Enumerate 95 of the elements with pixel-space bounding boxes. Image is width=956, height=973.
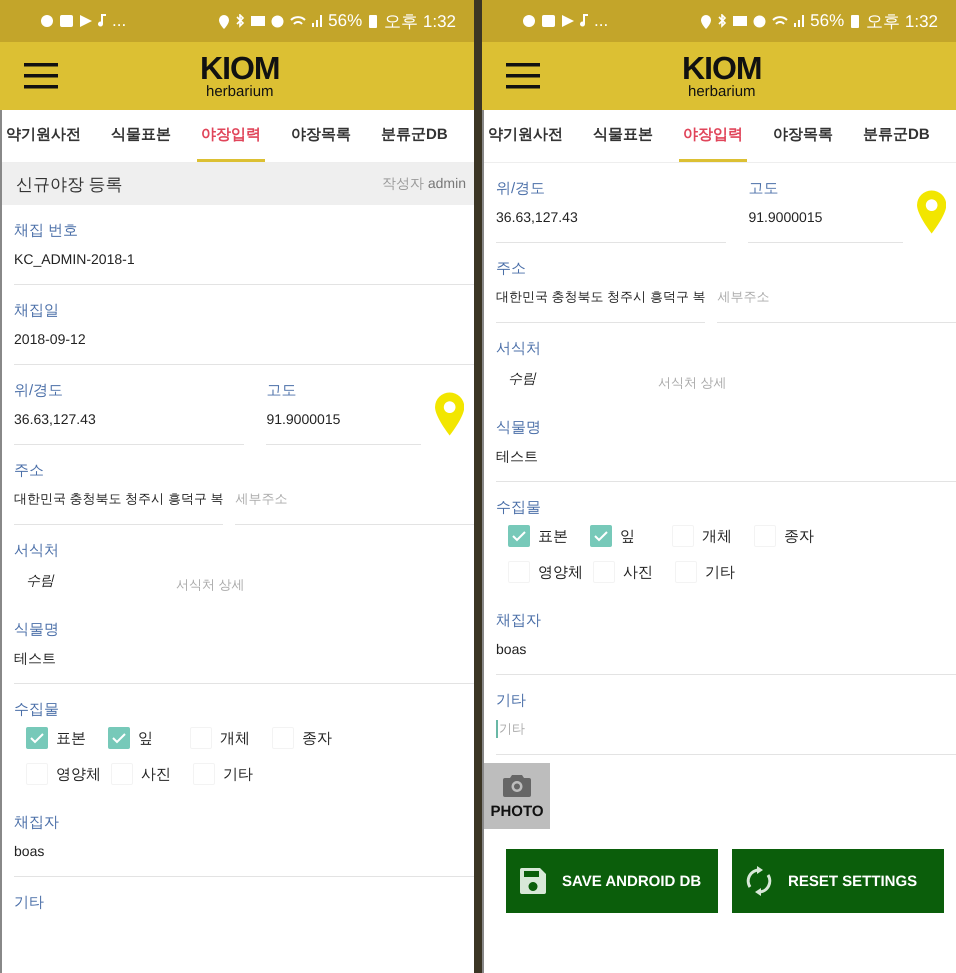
tab[interactable]: 식물표본 (589, 110, 657, 162)
location-icon (218, 14, 230, 28)
field-label: 기타 (14, 893, 45, 913)
map-pin-icon[interactable] (434, 392, 464, 436)
field-label: 수집물 (14, 700, 60, 720)
field-label: 서식처 (14, 541, 60, 561)
tab[interactable]: 야장목록 (287, 110, 355, 162)
field-label: 위/경도 (496, 179, 546, 199)
checkbox[interactable] (590, 525, 612, 547)
play-icon (562, 14, 574, 28)
tab[interactable]: 약기원사전 (2, 110, 85, 162)
author-name: admin (428, 175, 466, 191)
field-label: 고도 (266, 381, 298, 401)
field-label: 주소 (496, 259, 527, 279)
wifi-icon (772, 16, 788, 26)
field-label: 주소 (14, 461, 45, 481)
signal-icon (794, 15, 804, 27)
field-label: 기타 (496, 691, 527, 711)
field-label: 위/경도 (14, 381, 64, 401)
clock: 오후 1:32 (866, 10, 938, 32)
menu-icon[interactable] (24, 63, 58, 89)
play-icon (80, 14, 92, 28)
camera-icon (503, 772, 531, 796)
input-field[interactable]: 91.9000015 (748, 206, 903, 243)
field-label: 식물명 (496, 418, 542, 438)
logo-subtitle: herbarium (206, 84, 274, 99)
field-label: 채집자 (496, 611, 542, 631)
field-label: 채집자 (14, 813, 60, 833)
battery-percent: 56% (810, 11, 844, 31)
input-field[interactable]: 2018-09-12 (14, 328, 474, 365)
checkbox[interactable] (508, 525, 530, 547)
logo-title: KIOM (682, 52, 762, 84)
input-field[interactable]: 36.63,127.43 (496, 206, 726, 243)
reset-button[interactable]: RESET SETTINGS (732, 849, 944, 913)
checkbox-label: 종자 (784, 526, 815, 546)
bluetooth-icon (718, 14, 728, 28)
field-label: 고도 (748, 179, 780, 199)
input-field[interactable]: boas (496, 638, 956, 675)
more-notifications: ... (112, 11, 126, 31)
checkbox-label: 개체 (220, 728, 251, 748)
checkbox-label: 사진 (141, 764, 172, 784)
checkbox-label: 사진 (623, 562, 654, 582)
dropdown[interactable]: 수림 (496, 370, 658, 388)
battery-icon (850, 13, 860, 29)
music-note-icon (580, 14, 588, 28)
field-label: 서식처 (496, 339, 542, 359)
input-field[interactable]: 테스트 (14, 647, 474, 684)
save-button[interactable]: SAVE ANDROID DB (506, 849, 718, 913)
tab[interactable]: 분류군DB (377, 110, 452, 162)
input-field[interactable]: KC_ADMIN-2018-1 (14, 248, 474, 285)
checkbox-label: 개체 (702, 526, 733, 546)
checkbox-label: 영양체 (538, 562, 583, 582)
refresh-icon (746, 866, 772, 896)
checkbox-label: 잎 (620, 526, 636, 546)
checkbox-label: 영양체 (56, 764, 101, 784)
checkbox-label: 표본 (538, 526, 569, 546)
battery-percent: 56% (328, 11, 362, 31)
clock: 오후 1:32 (384, 10, 456, 32)
input-field[interactable]: 대한민국 충청북도 청주시 흥덕구 복 (496, 286, 706, 323)
field-label: 수집물 (496, 498, 542, 518)
checkbox-label: 종자 (302, 728, 333, 748)
menu-icon[interactable] (506, 63, 540, 89)
checkbox[interactable] (108, 727, 130, 749)
checkbox-label: 기타 (223, 764, 254, 784)
checkbox-label: 기타 (705, 562, 736, 582)
location-icon (700, 14, 712, 28)
author-label: 작성자 (382, 175, 424, 191)
more-notifications: ... (594, 11, 608, 31)
tab[interactable]: 야장입력 (679, 110, 747, 162)
form-title: 신규야장 등록 (16, 174, 123, 196)
tab[interactable]: 식물표본 (107, 110, 175, 162)
tab[interactable]: 분류군DB (859, 110, 934, 162)
logo-title: KIOM (200, 52, 280, 84)
field-label: 채집일 (14, 301, 60, 321)
bluetooth-icon (236, 14, 246, 28)
wifi-icon (290, 16, 306, 26)
input-field[interactable]: 36.63,127.43 (14, 408, 244, 445)
checkbox[interactable] (26, 727, 48, 749)
tab[interactable]: 약기원사전 (484, 110, 567, 162)
input-field[interactable]: 91.9000015 (266, 408, 421, 445)
map-pin-icon[interactable] (916, 190, 946, 234)
logo-subtitle: herbarium (688, 84, 756, 99)
checkbox-label: 표본 (56, 728, 87, 748)
dropdown[interactable]: 수림 (14, 572, 176, 590)
photo-button[interactable]: PHOTO (484, 763, 550, 829)
battery-icon (368, 13, 378, 29)
input-field[interactable]: 테스트 (496, 445, 956, 482)
signal-icon (312, 15, 322, 27)
checkbox-label: 잎 (138, 728, 154, 748)
input-field[interactable]: 대한민국 충청북도 청주시 흥덕구 복 (14, 488, 224, 525)
music-note-icon (98, 14, 106, 28)
input-field[interactable]: boas (14, 840, 474, 877)
field-label: 식물명 (14, 620, 60, 640)
field-label: 채집 번호 (14, 221, 80, 241)
tab[interactable]: 야장목록 (769, 110, 837, 162)
